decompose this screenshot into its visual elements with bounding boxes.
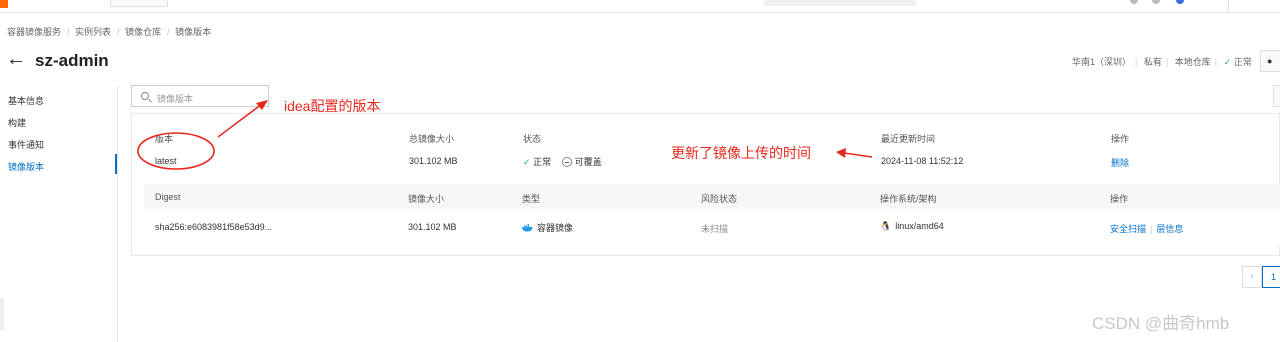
check-icon: ✓ (1223, 57, 1232, 67)
search-icon (141, 92, 149, 100)
sidebar-item-image-versions[interactable]: 镜像版本 (8, 160, 44, 173)
top-icon[interactable] (1152, 0, 1160, 4)
divider (1228, 0, 1229, 12)
scroll-handle[interactable] (0, 298, 4, 330)
page-number-current[interactable]: 1 (1262, 266, 1280, 288)
col-header-total-size: 总镜像大小 (409, 134, 455, 144)
delete-link[interactable]: 删除 (1111, 156, 1129, 169)
top-icon[interactable] (1130, 0, 1138, 4)
digest-table: Digest 镜像大小 类型 风险状态 操作系统/架构 操作 sha256:e6… (144, 184, 1280, 246)
status-label: 正常 (1233, 57, 1252, 67)
refresh-button[interactable] (1273, 85, 1280, 107)
top-tab[interactable] (110, 0, 168, 7)
col-header-os-arch: 操作系统/架构 (880, 194, 937, 204)
col-header-digest: Digest (155, 192, 181, 202)
page-title: sz-admin (35, 51, 109, 70)
col-header-size: 镜像大小 (408, 194, 445, 204)
sidebar-item-build[interactable]: 构建 (8, 116, 26, 129)
active-indicator (115, 154, 117, 174)
image-type: 容器镜像 (522, 221, 573, 234)
search-placeholder: 镜像版本 (157, 94, 194, 104)
risk-status: 未扫描 (701, 224, 729, 234)
repo-type-label: 本地仓库 (1174, 57, 1211, 67)
linux-icon: 🐧 (880, 221, 892, 231)
annotation-version-note: idea配置的版本 (284, 98, 381, 114)
breadcrumb-item[interactable]: 实例列表 (75, 27, 111, 37)
digest-value: sha256:e6083981f58e53d9... (155, 222, 273, 232)
total-size: 301.102 MB (409, 156, 458, 166)
sidebar-item-basic-info[interactable]: 基本信息 (8, 94, 44, 107)
image-type-text: 容器镜像 (537, 223, 574, 233)
watermark: CSDN @曲奇hmb (1092, 314, 1230, 333)
digest-actions: 安全扫描 | 层信息 (1110, 224, 1184, 234)
region-label: 华南1（深圳） (1072, 57, 1132, 67)
top-icon[interactable] (1176, 0, 1184, 4)
docker-icon (522, 224, 533, 232)
col-header-risk: 风险状态 (701, 194, 738, 204)
back-arrow-icon[interactable]: ← (6, 49, 26, 69)
layer-info-link[interactable]: 层信息 (1156, 224, 1183, 234)
breadcrumb: 容器镜像服务 / 实例列表 / 镜像仓库 / 镜像版本 (7, 27, 212, 37)
image-size: 301.102 MB (408, 222, 457, 232)
col-header-updated: 最近更新时间 (881, 134, 936, 144)
brand-logo[interactable] (0, 0, 8, 8)
annotation-time-note: 更新了镜像上传的时间 (671, 145, 811, 161)
breadcrumb-item[interactable]: 容器镜像服务 (7, 27, 61, 37)
updated-time: 2024-11-08 11:52:12 (881, 156, 964, 166)
col-header-type: 类型 (522, 194, 541, 204)
status-text: 正常 (533, 157, 552, 167)
os-arch-text: linux/amd64 (895, 221, 944, 231)
top-navbar (0, 0, 1280, 13)
os-arch: 🐧 linux/amd64 (880, 221, 944, 232)
version-status: ✓ 正常 可覆盖 (523, 155, 602, 168)
col-header-status: 状态 (523, 134, 542, 144)
breadcrumb-item: 镜像版本 (175, 27, 212, 37)
header-action-button[interactable]: ● (1260, 50, 1280, 72)
repo-meta: 华南1（深圳） | 私有 | 本地仓库 | ✓ 正常 (1072, 57, 1252, 67)
version-tag: latest (155, 156, 177, 166)
security-scan-link[interactable]: 安全扫描 (1110, 224, 1146, 234)
top-search-input[interactable] (764, 0, 916, 6)
check-icon: ✓ (523, 157, 531, 167)
version-search-input[interactable]: 镜像版本 (131, 85, 269, 107)
overwrite-text: 可覆盖 (574, 157, 602, 167)
prev-page-button[interactable]: ‹ (1242, 266, 1262, 288)
col-header-actions: 操作 (1110, 194, 1129, 204)
visibility-label: 私有 (1143, 57, 1162, 67)
col-header-version: 版本 (155, 134, 174, 144)
sidebar-item-event-notify[interactable]: 事件通知 (8, 138, 44, 151)
col-header-actions: 操作 (1111, 134, 1130, 144)
overwrite-icon (561, 157, 572, 167)
sidebar: 基本信息 构建 事件通知 镜像版本 (0, 86, 118, 342)
breadcrumb-item[interactable]: 镜像仓库 (125, 27, 161, 37)
